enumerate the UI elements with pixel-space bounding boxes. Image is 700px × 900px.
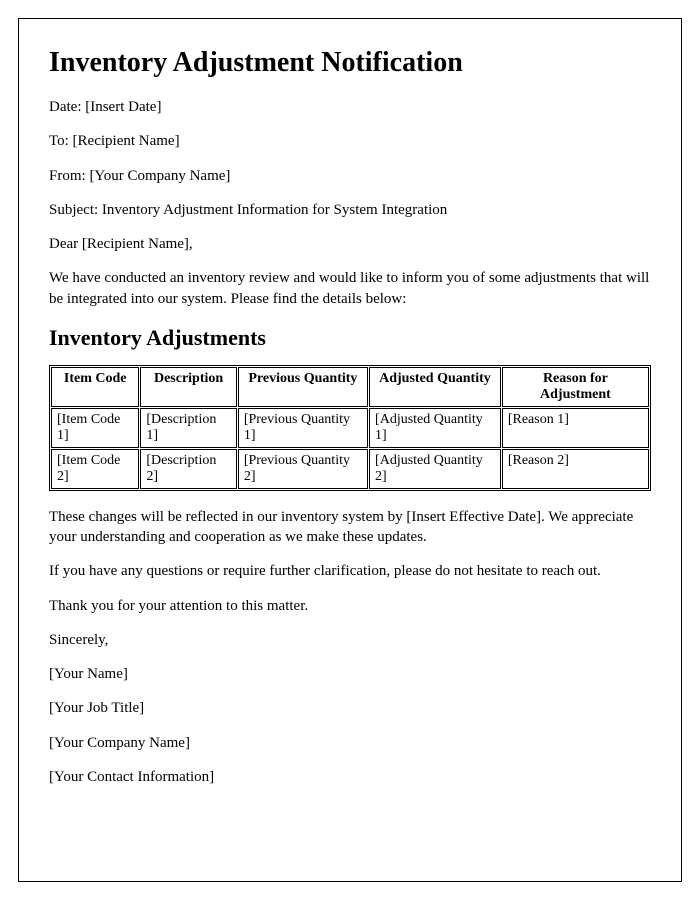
header-item-code: Item Code xyxy=(51,367,139,407)
table-header-row: Item Code Description Previous Quantity … xyxy=(51,367,649,407)
closing-name: [Your Name] xyxy=(49,664,651,684)
cell-previous-qty: [Previous Quantity 2] xyxy=(238,449,368,489)
header-previous-qty: Previous Quantity xyxy=(238,367,368,407)
subject-line: Subject: Inventory Adjustment Informatio… xyxy=(49,200,651,220)
salutation: Dear [Recipient Name], xyxy=(49,234,651,254)
to-line: To: [Recipient Name] xyxy=(49,131,651,151)
cell-item-code: [Item Code 2] xyxy=(51,449,139,489)
page-title: Inventory Adjustment Notification xyxy=(49,47,651,79)
document-page: Inventory Adjustment Notification Date: … xyxy=(18,18,682,882)
closing-sincerely: Sincerely, xyxy=(49,630,651,650)
cell-description: [Description 1] xyxy=(140,408,236,448)
to-label: To: xyxy=(49,133,73,149)
date-value: [Insert Date] xyxy=(85,99,161,115)
date-line: Date: [Insert Date] xyxy=(49,97,651,117)
date-label: Date: xyxy=(49,99,85,115)
adjustments-table: Item Code Description Previous Quantity … xyxy=(49,365,651,491)
subject-label: Subject: xyxy=(49,202,102,218)
section-heading: Inventory Adjustments xyxy=(49,325,651,351)
from-value: [Your Company Name] xyxy=(89,168,230,184)
header-description: Description xyxy=(140,367,236,407)
from-line: From: [Your Company Name] xyxy=(49,166,651,186)
subject-value: Inventory Adjustment Information for Sys… xyxy=(102,202,447,218)
closing-contact: [Your Contact Information] xyxy=(49,767,651,787)
cell-adjusted-qty: [Adjusted Quantity 1] xyxy=(369,408,501,448)
thanks-paragraph: Thank you for your attention to this mat… xyxy=(49,596,651,616)
to-value: [Recipient Name] xyxy=(73,133,180,149)
cell-adjusted-qty: [Adjusted Quantity 2] xyxy=(369,449,501,489)
effective-paragraph: These changes will be reflected in our i… xyxy=(49,507,651,548)
table-row: [Item Code 1] [Description 1] [Previous … xyxy=(51,408,649,448)
from-label: From: xyxy=(49,168,89,184)
closing-company: [Your Company Name] xyxy=(49,733,651,753)
cell-reason: [Reason 1] xyxy=(502,408,649,448)
cell-item-code: [Item Code 1] xyxy=(51,408,139,448)
questions-paragraph: If you have any questions or require fur… xyxy=(49,561,651,581)
table-row: [Item Code 2] [Description 2] [Previous … xyxy=(51,449,649,489)
header-adjusted-qty: Adjusted Quantity xyxy=(369,367,501,407)
cell-reason: [Reason 2] xyxy=(502,449,649,489)
header-reason: Reason for Adjustment xyxy=(502,367,649,407)
closing-job-title: [Your Job Title] xyxy=(49,698,651,718)
cell-previous-qty: [Previous Quantity 1] xyxy=(238,408,368,448)
cell-description: [Description 2] xyxy=(140,449,236,489)
intro-paragraph: We have conducted an inventory review an… xyxy=(49,268,651,309)
